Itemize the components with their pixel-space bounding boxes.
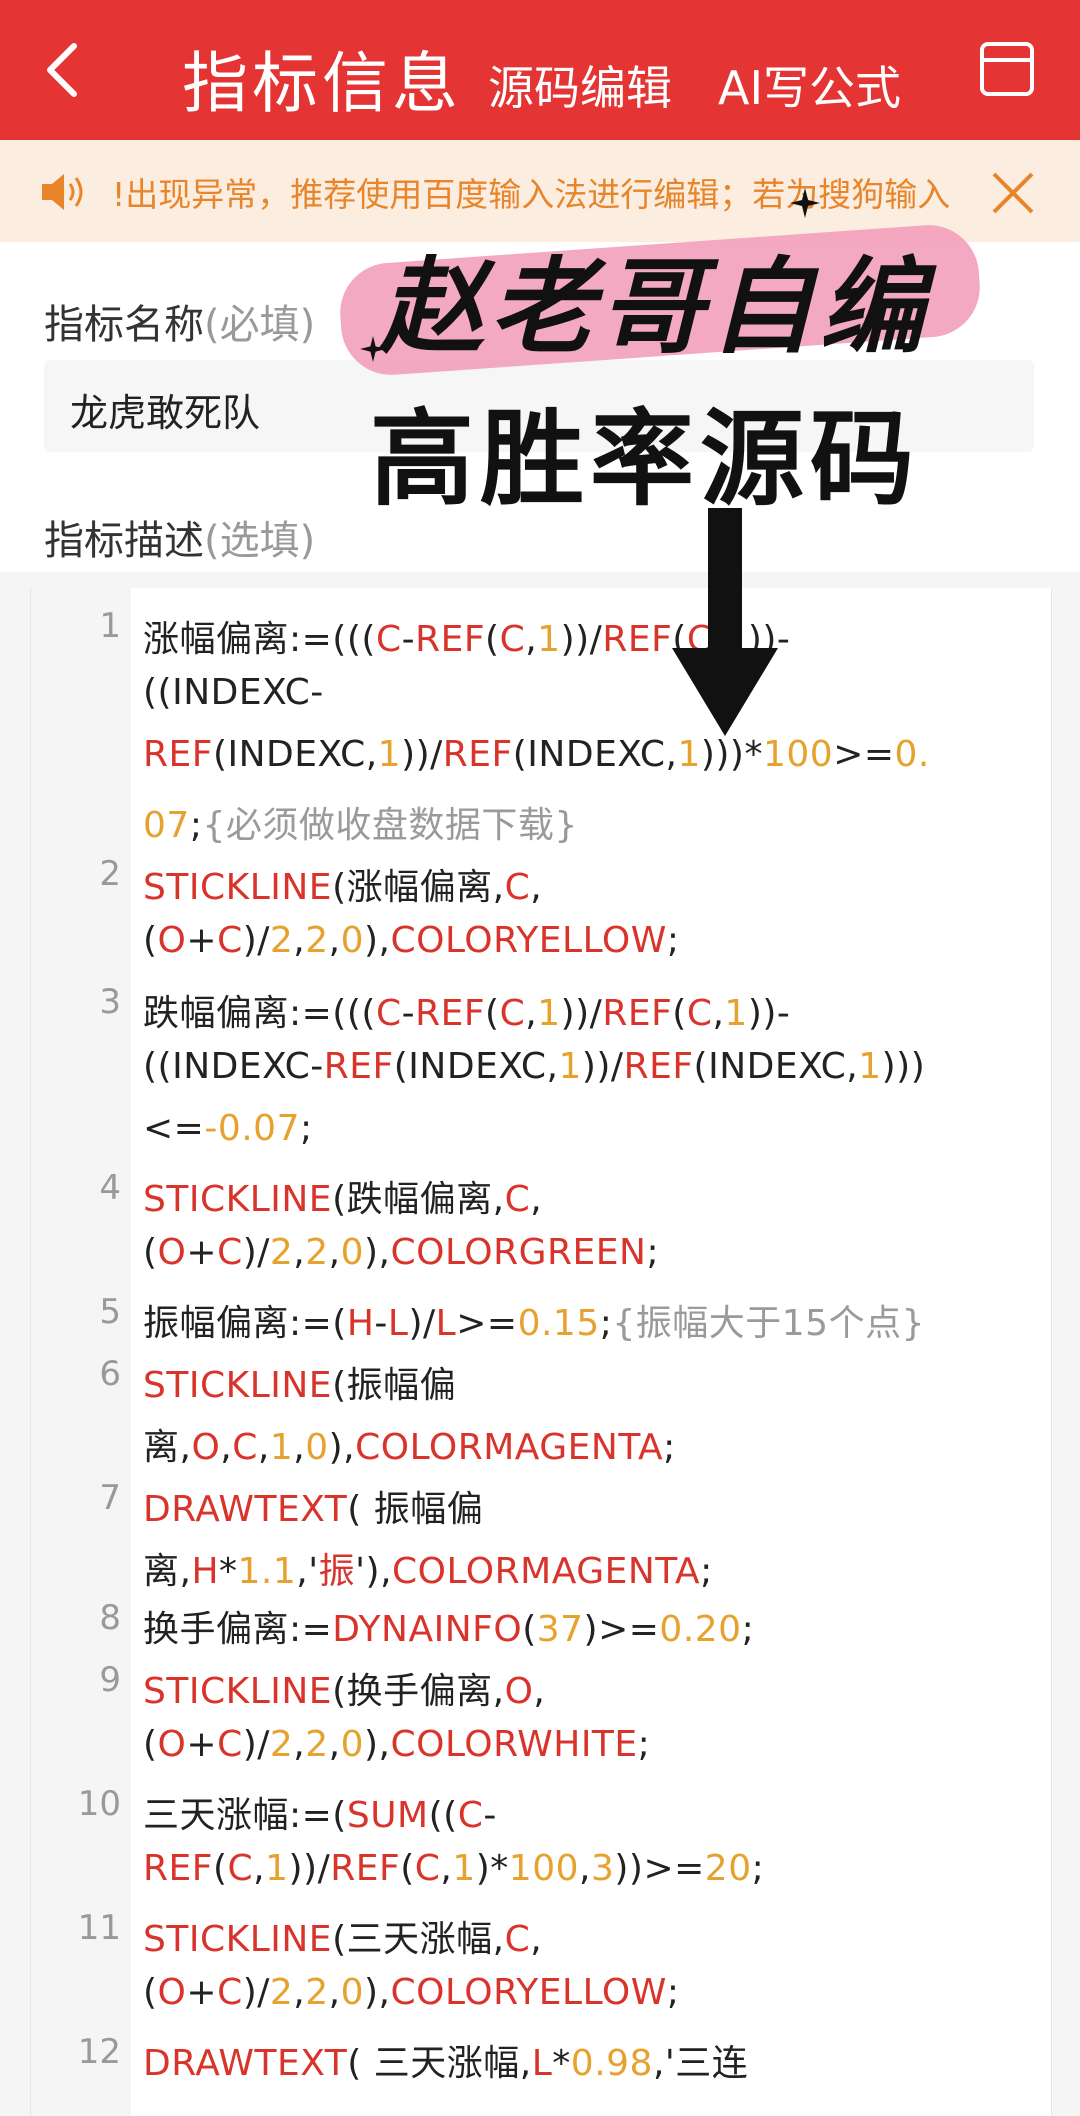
ai-formula-button[interactable]: AI写公式 — [718, 52, 901, 118]
code-line: ((INDEXC-REF(INDEXC,1))/REF(INDEXC,1))) — [143, 1046, 926, 1087]
code-line: 振幅偏离:=(H-L)/L>=0.15;{振幅大于15个点} — [143, 1303, 925, 1344]
line-number: 11 — [77, 1908, 121, 1948]
back-arrow-icon[interactable] — [34, 40, 94, 100]
code-line: 07;{必须做收盘数据下载} — [143, 805, 578, 846]
line-number: 12 — [77, 2032, 121, 2072]
code-line: ((INDEXC- — [143, 672, 324, 713]
name-value: 龙虎敢死队 — [70, 391, 261, 435]
code-line: STICKLINE(振幅偏 — [143, 1365, 457, 1406]
code-line: (O+C)/2,2,0),COLORYELLOW; — [143, 1972, 680, 2013]
code-line: 离,H*1.1,'振'),COLORMAGENTA; — [143, 1551, 713, 1592]
sparkle-icon — [360, 336, 386, 362]
line-number: 5 — [99, 1292, 121, 1332]
line-number: 8 — [99, 1598, 121, 1638]
line-number-gutter — [31, 588, 131, 2116]
code-line: 离,O,C,1,0),COLORMAGENTA; — [143, 1427, 676, 1468]
code-line: <=-0.07; — [143, 1108, 313, 1149]
source-edit-button[interactable]: 源码编辑 — [488, 52, 672, 118]
promo-overlay: 赵老哥自编 高胜率源码 — [330, 188, 1080, 748]
code-line: 跌幅偏离:=(((C-REF(C,1))/REF(C,1))- — [143, 993, 791, 1034]
code-line: STICKLINE(三天涨幅,C, — [143, 1919, 543, 1960]
line-number: 7 — [99, 1478, 121, 1518]
app-header: 指标信息 源码编辑 AI写公式 — [0, 0, 1080, 140]
down-arrow-icon — [672, 508, 778, 736]
overlay-title-line1: 赵老哥自编 — [380, 246, 931, 368]
name-label: 指标名称(必填) — [44, 302, 316, 348]
speaker-icon — [42, 174, 83, 210]
code-line: STICKLINE(跌幅偏离,C, — [143, 1179, 543, 1220]
code-line: (O+C)/2,2,0),COLORYELLOW; — [143, 920, 680, 961]
code-line: (O+C)/2,2,0),COLORWHITE; — [143, 1724, 651, 1765]
code-line: DRAWTEXT( 振幅偏 — [143, 1489, 484, 1530]
description-label: 指标描述(选填) — [44, 518, 316, 564]
code-line: (O+C)/2,2,0),COLORGREEN; — [143, 1232, 660, 1273]
page-title: 指标信息 — [182, 45, 462, 122]
save-icon[interactable] — [978, 40, 1036, 98]
code-editor[interactable]: 1 2 3 4 5 6 7 8 9 10 11 12 涨幅偏离:=(((C-RE… — [30, 588, 1052, 2116]
code-line: REF(C,1))/REF(C,1)*100,3))>=20; — [143, 1848, 765, 1889]
sparkle-icon — [790, 188, 820, 218]
code-line: 三天涨幅:=(SUM((C- — [143, 1795, 497, 1836]
overlay-title-line2: 高胜率源码 — [370, 398, 921, 520]
code-line: STICKLINE(涨幅偏离,C, — [143, 867, 543, 908]
line-number: 2 — [99, 854, 121, 894]
line-number: 3 — [99, 982, 121, 1022]
line-number: 6 — [99, 1354, 121, 1394]
line-number: 4 — [99, 1168, 121, 1208]
line-number: 9 — [99, 1660, 121, 1700]
code-line: STICKLINE(换手偏离,O, — [143, 1671, 546, 1712]
code-line: DRAWTEXT( 三天涨幅,L*0.98,'三连 — [143, 2043, 749, 2084]
line-number: 10 — [77, 1784, 121, 1824]
line-number: 1 — [99, 606, 121, 646]
code-line: 换手偏离:=DYNAINFO(37)>=0.20; — [143, 1609, 755, 1650]
